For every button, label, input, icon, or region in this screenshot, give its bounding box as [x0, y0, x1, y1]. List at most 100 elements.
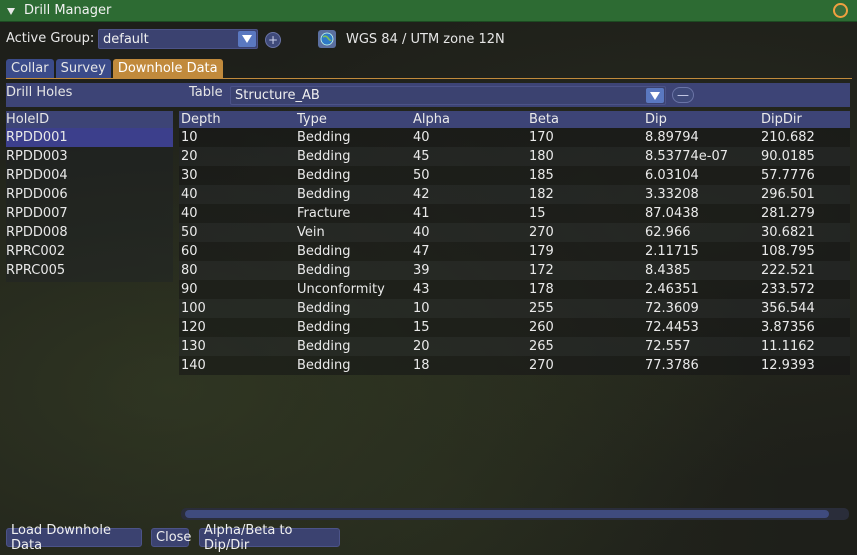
active-group-select[interactable]: default: [98, 29, 258, 49]
table-cell: 3.33208: [645, 187, 699, 202]
table-header: Depth Type Alpha Beta Dip DipDir: [179, 111, 850, 128]
table-cell: 170: [529, 130, 554, 145]
hole-id: RPDD004: [6, 168, 68, 183]
remove-table-button[interactable]: —: [672, 87, 694, 103]
table-cell: 222.521: [761, 263, 815, 278]
active-group-label: Active Group:: [6, 31, 95, 46]
table-cell: Bedding: [297, 244, 351, 259]
table-cell: 40: [181, 187, 198, 202]
table-cell: 50: [181, 225, 198, 240]
table-row[interactable]: 40 Bedding 42 182 3.33208 296.501: [179, 185, 850, 204]
hole-list: HoleID RPDD001 RPDD003 RPDD004 RPDD006 RPDD0…: [6, 111, 173, 282]
table-cell: 270: [529, 358, 554, 373]
table-cell: 2.11715: [645, 244, 699, 259]
window-titlebar[interactable]: Drill Manager: [0, 0, 857, 22]
hole-id: RPDD008: [6, 225, 68, 240]
table-cell: 90.0185: [761, 149, 815, 164]
table-row[interactable]: 90 Unconformity 43 178 2.46351 233.572: [179, 280, 850, 299]
hole-list-item[interactable]: RPDD001: [6, 128, 173, 147]
table-cell: 41: [413, 206, 430, 221]
tab-survey[interactable]: Survey: [55, 59, 111, 78]
hole-list-item[interactable]: RPRC005: [6, 261, 173, 280]
table-cell: Bedding: [297, 301, 351, 316]
alpha-beta-to-dip-dir-button[interactable]: Alpha/Beta to Dip/Dir: [199, 523, 340, 553]
hole-list-item[interactable]: RPDD006: [6, 185, 173, 204]
table-cell: 8.89794: [645, 130, 699, 145]
tab-bar: Collar Survey Downhole Data: [6, 59, 225, 79]
close-circle-icon[interactable]: [833, 3, 848, 18]
table-cell: 108.795: [761, 244, 815, 259]
tab-collar[interactable]: Collar: [6, 59, 54, 78]
table-row[interactable]: 120 Bedding 15 260 72.4453 3.87356: [179, 318, 850, 337]
chevron-down-icon[interactable]: [646, 88, 664, 103]
tab-downhole-data[interactable]: Downhole Data: [112, 59, 223, 78]
table-cell: 270: [529, 225, 554, 240]
column-header-alpha[interactable]: Alpha: [413, 111, 450, 128]
table-row[interactable]: 80 Bedding 39 172 8.4385 222.521: [179, 261, 850, 280]
table-row[interactable]: 60 Bedding 47 179 2.11715 108.795: [179, 242, 850, 261]
hole-id: RPDD007: [6, 206, 68, 221]
table-cell: 72.4453: [645, 320, 699, 335]
minus-icon: —: [677, 88, 689, 102]
chevron-down-icon[interactable]: [238, 31, 256, 47]
table-cell: 178: [529, 282, 554, 297]
hole-list-item[interactable]: RPRC002: [6, 242, 173, 261]
table-cell: Bedding: [297, 358, 351, 373]
hole-list-item[interactable]: RPDD008: [6, 223, 173, 242]
load-downhole-data-button[interactable]: Load Downhole Data: [6, 523, 142, 553]
horizontal-scrollbar[interactable]: [181, 508, 849, 520]
table-cell: Fracture: [297, 206, 351, 221]
table-cell: 120: [181, 320, 206, 335]
table-row[interactable]: 140 Bedding 18 270 77.3786 12.9393: [179, 356, 850, 375]
table-cell: 57.7776: [761, 168, 815, 183]
table-row[interactable]: 100 Bedding 10 255 72.3609 356.544: [179, 299, 850, 318]
table-cell: 281.279: [761, 206, 815, 221]
table-cell: Bedding: [297, 149, 351, 164]
hole-list-item[interactable]: RPDD004: [6, 166, 173, 185]
triangle-down-icon[interactable]: [6, 6, 16, 16]
table-cell: 43: [413, 282, 430, 297]
table-row[interactable]: 10 Bedding 40 170 8.89794 210.682: [179, 128, 850, 147]
add-group-button[interactable]: +: [265, 32, 281, 48]
table-cell: 210.682: [761, 130, 815, 145]
table-cell: 62.966: [645, 225, 691, 240]
table-row[interactable]: 30 Bedding 50 185 6.03104 57.7776: [179, 166, 850, 185]
hole-id: RPDD006: [6, 187, 68, 202]
table-row[interactable]: 40 Fracture 41 15 87.0438 281.279: [179, 204, 850, 223]
column-header-dipdir[interactable]: DipDir: [761, 111, 802, 128]
crs-label: WGS 84 / UTM zone 12N: [346, 32, 505, 47]
table-cell: 30.6821: [761, 225, 815, 240]
table-cell: 260: [529, 320, 554, 335]
hole-list-item[interactable]: RPDD007: [6, 204, 173, 223]
table-select-value: Structure_AB: [235, 88, 320, 103]
table-cell: 8.4385: [645, 263, 691, 278]
close-button[interactable]: Close: [151, 528, 191, 547]
column-header-type[interactable]: Type: [297, 111, 327, 128]
table-cell: Bedding: [297, 263, 351, 278]
table-cell: 255: [529, 301, 554, 316]
table-cell: 20: [413, 339, 430, 354]
table-cell: Bedding: [297, 320, 351, 335]
hole-id: RPDD003: [6, 149, 68, 164]
table-cell: 39: [413, 263, 430, 278]
table-row[interactable]: 50 Vein 40 270 62.966 30.6821: [179, 223, 850, 242]
table-cell: 87.0438: [645, 206, 699, 221]
table-cell: Bedding: [297, 168, 351, 183]
table-row[interactable]: 130 Bedding 20 265 72.557 11.1162: [179, 337, 850, 356]
column-header-beta[interactable]: Beta: [529, 111, 559, 128]
table-select[interactable]: Structure_AB: [230, 86, 666, 105]
table-row[interactable]: 20 Bedding 45 180 8.53774e-07 90.0185: [179, 147, 850, 166]
table-cell: 60: [181, 244, 198, 259]
hole-list-item[interactable]: RPDD003: [6, 147, 173, 166]
table-cell: 185: [529, 168, 554, 183]
column-header-depth[interactable]: Depth: [181, 111, 221, 128]
hole-id: RPDD001: [6, 130, 68, 145]
table-cell: Unconformity: [297, 282, 385, 297]
table-cell: 3.87356: [761, 320, 815, 335]
table-cell: 40: [413, 225, 430, 240]
scrollbar-thumb[interactable]: [185, 510, 829, 518]
table-cell: 233.572: [761, 282, 815, 297]
column-header-dip[interactable]: Dip: [645, 111, 667, 128]
globe-icon[interactable]: [318, 30, 336, 48]
drill-holes-label: Drill Holes: [6, 85, 73, 100]
